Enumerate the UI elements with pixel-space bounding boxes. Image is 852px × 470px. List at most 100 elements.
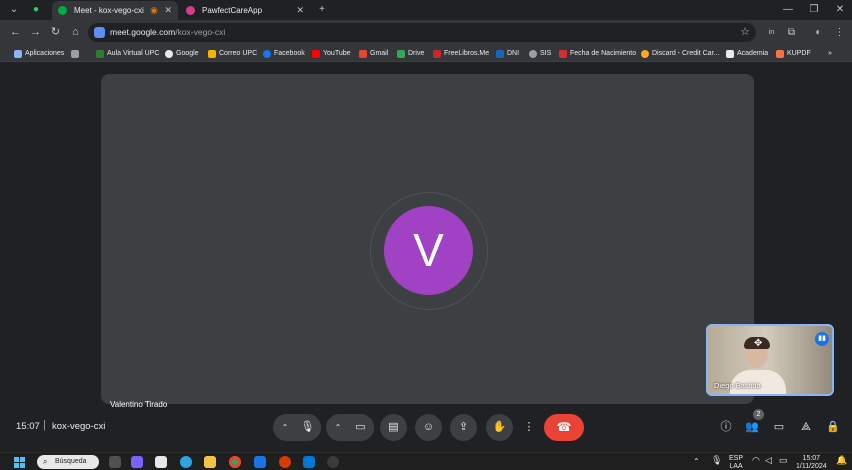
captions-icon[interactable]: ▤ [380, 414, 407, 441]
bookmark-dni[interactable]: DNI [496, 48, 519, 60]
battery-icon[interactable]: ▭ [779, 456, 788, 465]
camera-icon[interactable]: ▭ [347, 414, 374, 441]
google-icon [165, 50, 173, 58]
move-icon[interactable]: ✥ [754, 338, 762, 349]
chrome-icon[interactable] [229, 456, 241, 468]
drive-icon [397, 50, 405, 58]
discard-icon [641, 50, 649, 58]
bookmark-kupdf[interactable]: KUPDF [776, 48, 811, 60]
new-tab-icon[interactable]: + [315, 3, 329, 17]
freelibros-icon [433, 50, 441, 58]
copilot-icon[interactable] [131, 456, 143, 468]
tab-close-icon[interactable]: ✕ [296, 1, 304, 20]
recording-indicator-icon: ◉ [150, 5, 158, 15]
bookmark-apps[interactable]: Aplicaciones [14, 48, 64, 60]
host-controls-icon[interactable]: 🔒 [824, 418, 842, 436]
people-icon[interactable]: 👥 [743, 418, 761, 436]
windows-taskbar: ⌕ Búsqueda ⌃ 🎙 ESP LAA ◠ ◁ ▭ 15:07 1/11/… [0, 452, 852, 470]
file-explorer-icon[interactable] [204, 456, 216, 468]
extensions-icon[interactable]: ⧉ [784, 25, 799, 40]
participant-avatar: V [384, 206, 473, 295]
bookmark-gmail[interactable]: Gmail [359, 48, 388, 60]
gmail-icon [359, 50, 367, 58]
meeting-details-icon[interactable]: ⓘ [717, 418, 735, 436]
tab-search-icon[interactable]: ⌄ [7, 3, 21, 17]
video-options-chevron-icon[interactable]: ⌃ [331, 414, 345, 441]
back-icon[interactable]: ← [8, 25, 23, 40]
facebook-icon [263, 50, 271, 58]
office-app-icon[interactable] [279, 456, 291, 468]
meeting-code: kox-vego-cxi [52, 421, 106, 432]
self-view-tile[interactable]: ✥ ▮▮ Diego Bastida [706, 324, 834, 396]
sis-icon [529, 50, 537, 58]
address-bar[interactable]: meet.google.com/kox-vego-cxi ☆ [88, 23, 756, 42]
store-icon[interactable] [155, 456, 167, 468]
participant-name: Valentino Tirado [110, 400, 168, 409]
bookmark-fecha-nacimiento[interactable]: Fecha de Nacimiento [559, 48, 636, 60]
volume-icon[interactable]: ◁ [765, 456, 772, 465]
tab-pawfectcareapp[interactable]: PawfectCareApp ✕ [180, 1, 310, 20]
bookmark-youtube[interactable]: YouTube [312, 48, 351, 60]
present-screen-icon[interactable]: ⇪ [450, 414, 477, 441]
edge-icon[interactable] [180, 456, 192, 468]
correo-icon [208, 50, 216, 58]
task-view-icon[interactable] [109, 456, 121, 468]
home-icon[interactable]: ⌂ [68, 25, 83, 40]
start-icon[interactable] [14, 457, 25, 468]
language-indicator[interactable]: ESP LAA [729, 455, 743, 470]
bookmark-discard[interactable]: Discard - Credit Car... [641, 48, 719, 60]
more-bookmarks-icon[interactable]: » [828, 48, 832, 60]
bookmark-freelibros[interactable]: FreeLibros.Me [433, 48, 489, 60]
menu-icon[interactable]: ⋮ [832, 25, 847, 40]
taskbar-search[interactable]: ⌕ Búsqueda [37, 455, 99, 469]
notifications-icon[interactable]: 🔔 [836, 456, 847, 465]
tab-meet[interactable]: Meet - kox-vego-cxi ◉ ✕ [52, 1, 178, 20]
separator: | [43, 419, 46, 431]
bookmark-aula-virtual[interactable]: Aula Virtual UPC [96, 48, 159, 60]
bookmark-star-icon[interactable]: ☆ [740, 23, 750, 42]
emoji-reactions-icon[interactable]: ☺ [415, 414, 442, 441]
another-app-icon[interactable] [327, 456, 339, 468]
microphone-icon[interactable]: 🎙 [294, 414, 321, 441]
meet-favicon-icon [58, 6, 67, 15]
tray-mic-icon[interactable]: 🎙 [711, 456, 722, 465]
self-view-name: Diego Bastida [714, 381, 761, 390]
word-icon[interactable] [254, 456, 266, 468]
profile-avatar-icon[interactable]: ◐ [811, 25, 826, 40]
end-call-button[interactable]: ☎ [544, 414, 584, 441]
bookmark-academia[interactable]: Academia [726, 48, 768, 60]
bookmark-grid-icon[interactable] [71, 48, 82, 60]
pinned-app-icon[interactable] [303, 456, 315, 468]
grid-icon [71, 50, 79, 58]
bookmark-google[interactable]: Google [165, 48, 199, 60]
reload-icon[interactable]: ↻ [48, 25, 63, 40]
speaking-indicator-icon: ▮▮ [815, 332, 829, 346]
browser-toolbar: ← → ↻ ⌂ meet.google.com/kox-vego-cxi ☆ i… [0, 20, 852, 45]
minimize-icon[interactable]: — [780, 3, 796, 17]
bookmark-correo-upc[interactable]: Correo UPC [208, 48, 257, 60]
activities-icon[interactable]: ⟁ [797, 418, 815, 436]
audio-options-chevron-icon[interactable]: ⌃ [278, 414, 292, 441]
wifi-icon[interactable]: ◠ [752, 456, 760, 465]
participant-tile-main[interactable]: V Valentino Tirado [101, 74, 754, 409]
bookmark-facebook[interactable]: Facebook [263, 48, 305, 60]
close-window-icon[interactable]: ✕ [832, 3, 848, 17]
tab-meet-label: Meet - kox-vego-cxi [74, 6, 144, 15]
restore-icon[interactable]: ❐ [806, 3, 822, 17]
forward-icon[interactable]: → [28, 25, 43, 40]
tab-close-icon[interactable]: ✕ [164, 1, 172, 20]
site-info-icon[interactable] [94, 27, 105, 38]
bookmark-sis[interactable]: SIS [529, 48, 551, 60]
meet-stage: V Valentino Tirado ✥ ▮▮ Diego Bastida 15… [0, 62, 852, 452]
raise-hand-icon[interactable]: ✋ [486, 414, 513, 441]
system-clock[interactable]: 15:07 1/11/2024 [796, 455, 827, 470]
profile-extension-icon[interactable]: in [764, 25, 779, 40]
whatsapp-pinned-tab-icon[interactable]: ● [29, 3, 43, 17]
bookmark-drive[interactable]: Drive [397, 48, 424, 60]
more-options-icon[interactable]: ⋮ [519, 414, 539, 441]
tray-overflow-icon[interactable]: ⌃ [693, 458, 700, 466]
chat-icon[interactable]: ▭ [770, 418, 788, 436]
search-icon: ⌕ [43, 457, 48, 466]
tab-pawfect-label: PawfectCareApp [202, 6, 263, 15]
clock-time: 15:07 [802, 455, 821, 462]
